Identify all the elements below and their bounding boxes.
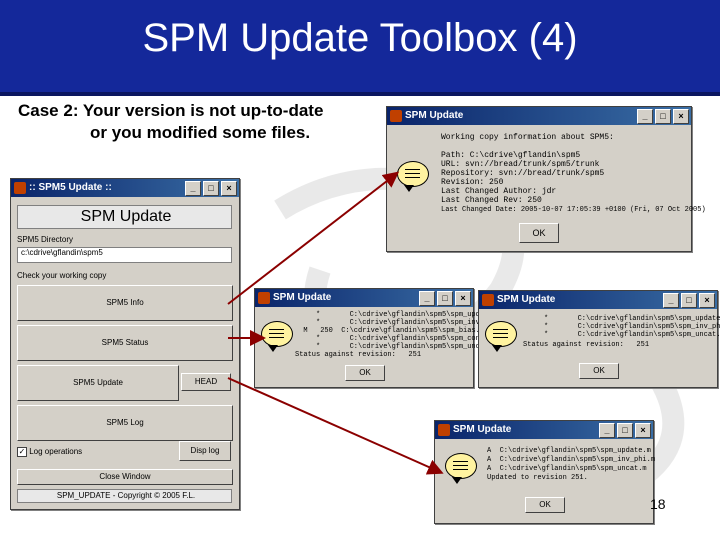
arrows-layer bbox=[227, 171, 444, 475]
arrow-update-to-dialog bbox=[227, 377, 444, 475]
slide-number: 18 bbox=[650, 496, 666, 512]
arrow-info-to-dialog bbox=[227, 171, 400, 305]
